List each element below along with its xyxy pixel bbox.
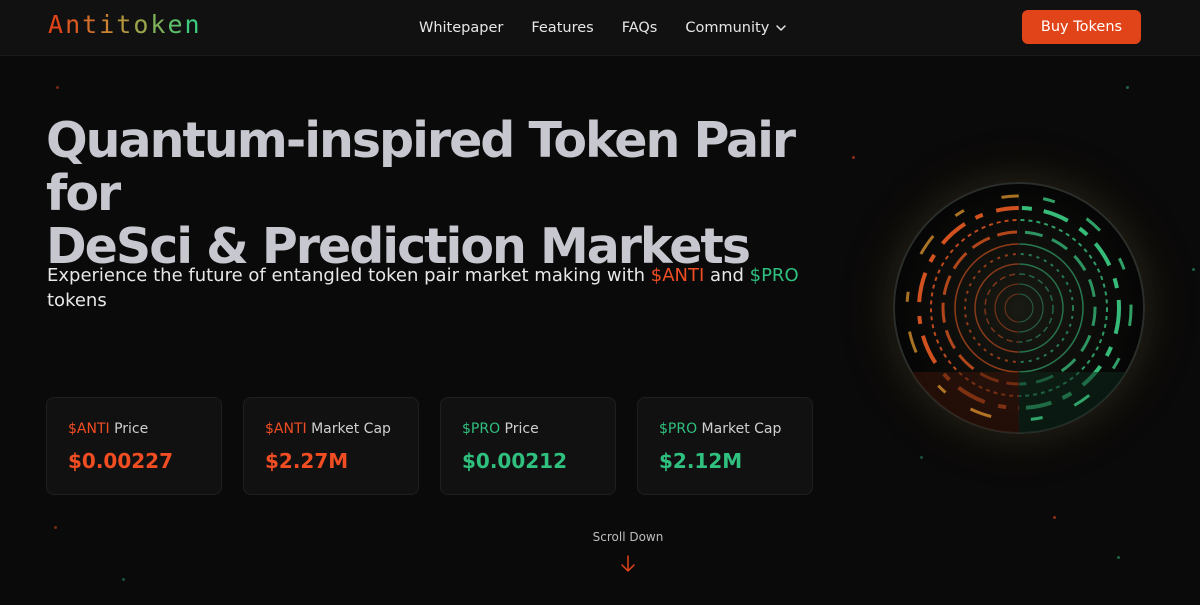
subtitle-prefix: Experience the future of entangled token… [47, 265, 651, 286]
stat-token: $ANTI [68, 421, 110, 437]
nav-links: Whitepaper Features FAQs Community [419, 17, 787, 39]
stat-label-text: Market Cap [697, 421, 782, 437]
particle-dot [1126, 86, 1129, 89]
logo-letter: e [167, 10, 185, 39]
nav-community-dropdown[interactable]: Community [685, 20, 787, 36]
stat-value: $2.12M [659, 449, 743, 473]
stat-token: $PRO [659, 421, 698, 437]
subtitle-and: and [704, 265, 750, 286]
stat-value: $0.00227 [68, 449, 174, 473]
buy-tokens-button[interactable]: Buy Tokens [1022, 10, 1141, 44]
stat-label: $ANTI Market Cap [265, 420, 418, 438]
nav-link-faqs[interactable]: FAQs [622, 20, 658, 36]
hero-title: Quantum-inspired Token Pair for DeSci & … [46, 114, 846, 273]
particle-dot [122, 578, 125, 581]
stat-card-pro-market-cap: $PRO Market Cap $2.12M [637, 397, 813, 495]
stat-token: $ANTI [265, 421, 307, 437]
nav-community-label: Community [685, 20, 770, 36]
logo-letter: k [150, 10, 168, 39]
particle-dot [1053, 516, 1056, 519]
scroll-down-label[interactable]: Scroll Down [578, 530, 678, 544]
nav-link-features[interactable]: Features [531, 20, 593, 36]
pro-token-highlight: $PRO [749, 265, 799, 286]
logo-letter: A [48, 10, 66, 39]
stats-row: $ANTI Price $0.00227 $ANTI Market Cap $2… [46, 397, 813, 495]
particle-dot [852, 156, 855, 159]
particle-dot [1192, 268, 1195, 271]
subtitle-suffix: tokens [47, 290, 107, 311]
anti-token-highlight: $ANTI [650, 265, 705, 286]
logo[interactable]: Antitoken [48, 10, 202, 40]
stat-label: $ANTI Price [68, 420, 221, 438]
quantum-orb-graphic [893, 182, 1145, 434]
logo-letter: t [116, 10, 134, 39]
stat-value: $0.00212 [462, 449, 568, 473]
logo-letter: n [184, 10, 202, 39]
particle-dot [54, 526, 57, 529]
stat-card-anti-market-cap: $ANTI Market Cap $2.27M [243, 397, 419, 495]
stat-value: $2.27M [265, 449, 349, 473]
particle-dot [1117, 556, 1120, 559]
stat-card-anti-price: $ANTI Price $0.00227 [46, 397, 222, 495]
stat-label-text: Price [500, 421, 539, 437]
stat-label: $PRO Market Cap [659, 420, 812, 438]
nav-link-whitepaper[interactable]: Whitepaper [419, 20, 503, 36]
stat-card-pro-price: $PRO Price $0.00212 [440, 397, 616, 495]
stat-label-text: Market Cap [306, 421, 391, 437]
particle-dot [920, 456, 923, 459]
particle-dot [56, 86, 59, 89]
chevron-down-icon [776, 25, 787, 31]
stat-label-text: Price [109, 421, 149, 437]
hero-subtitle: Experience the future of entangled token… [47, 263, 827, 313]
arrow-down-icon[interactable] [620, 554, 636, 574]
hero-title-line-1: Quantum-inspired Token Pair for [46, 112, 796, 222]
stat-token: $PRO [462, 421, 501, 437]
logo-letter: o [133, 10, 151, 39]
stat-label: $PRO Price [462, 420, 615, 438]
logo-letter: t [82, 10, 100, 39]
navbar: Antitoken Whitepaper Features FAQs Commu… [0, 0, 1200, 56]
logo-letter: n [65, 10, 83, 39]
logo-letter: i [99, 10, 117, 39]
